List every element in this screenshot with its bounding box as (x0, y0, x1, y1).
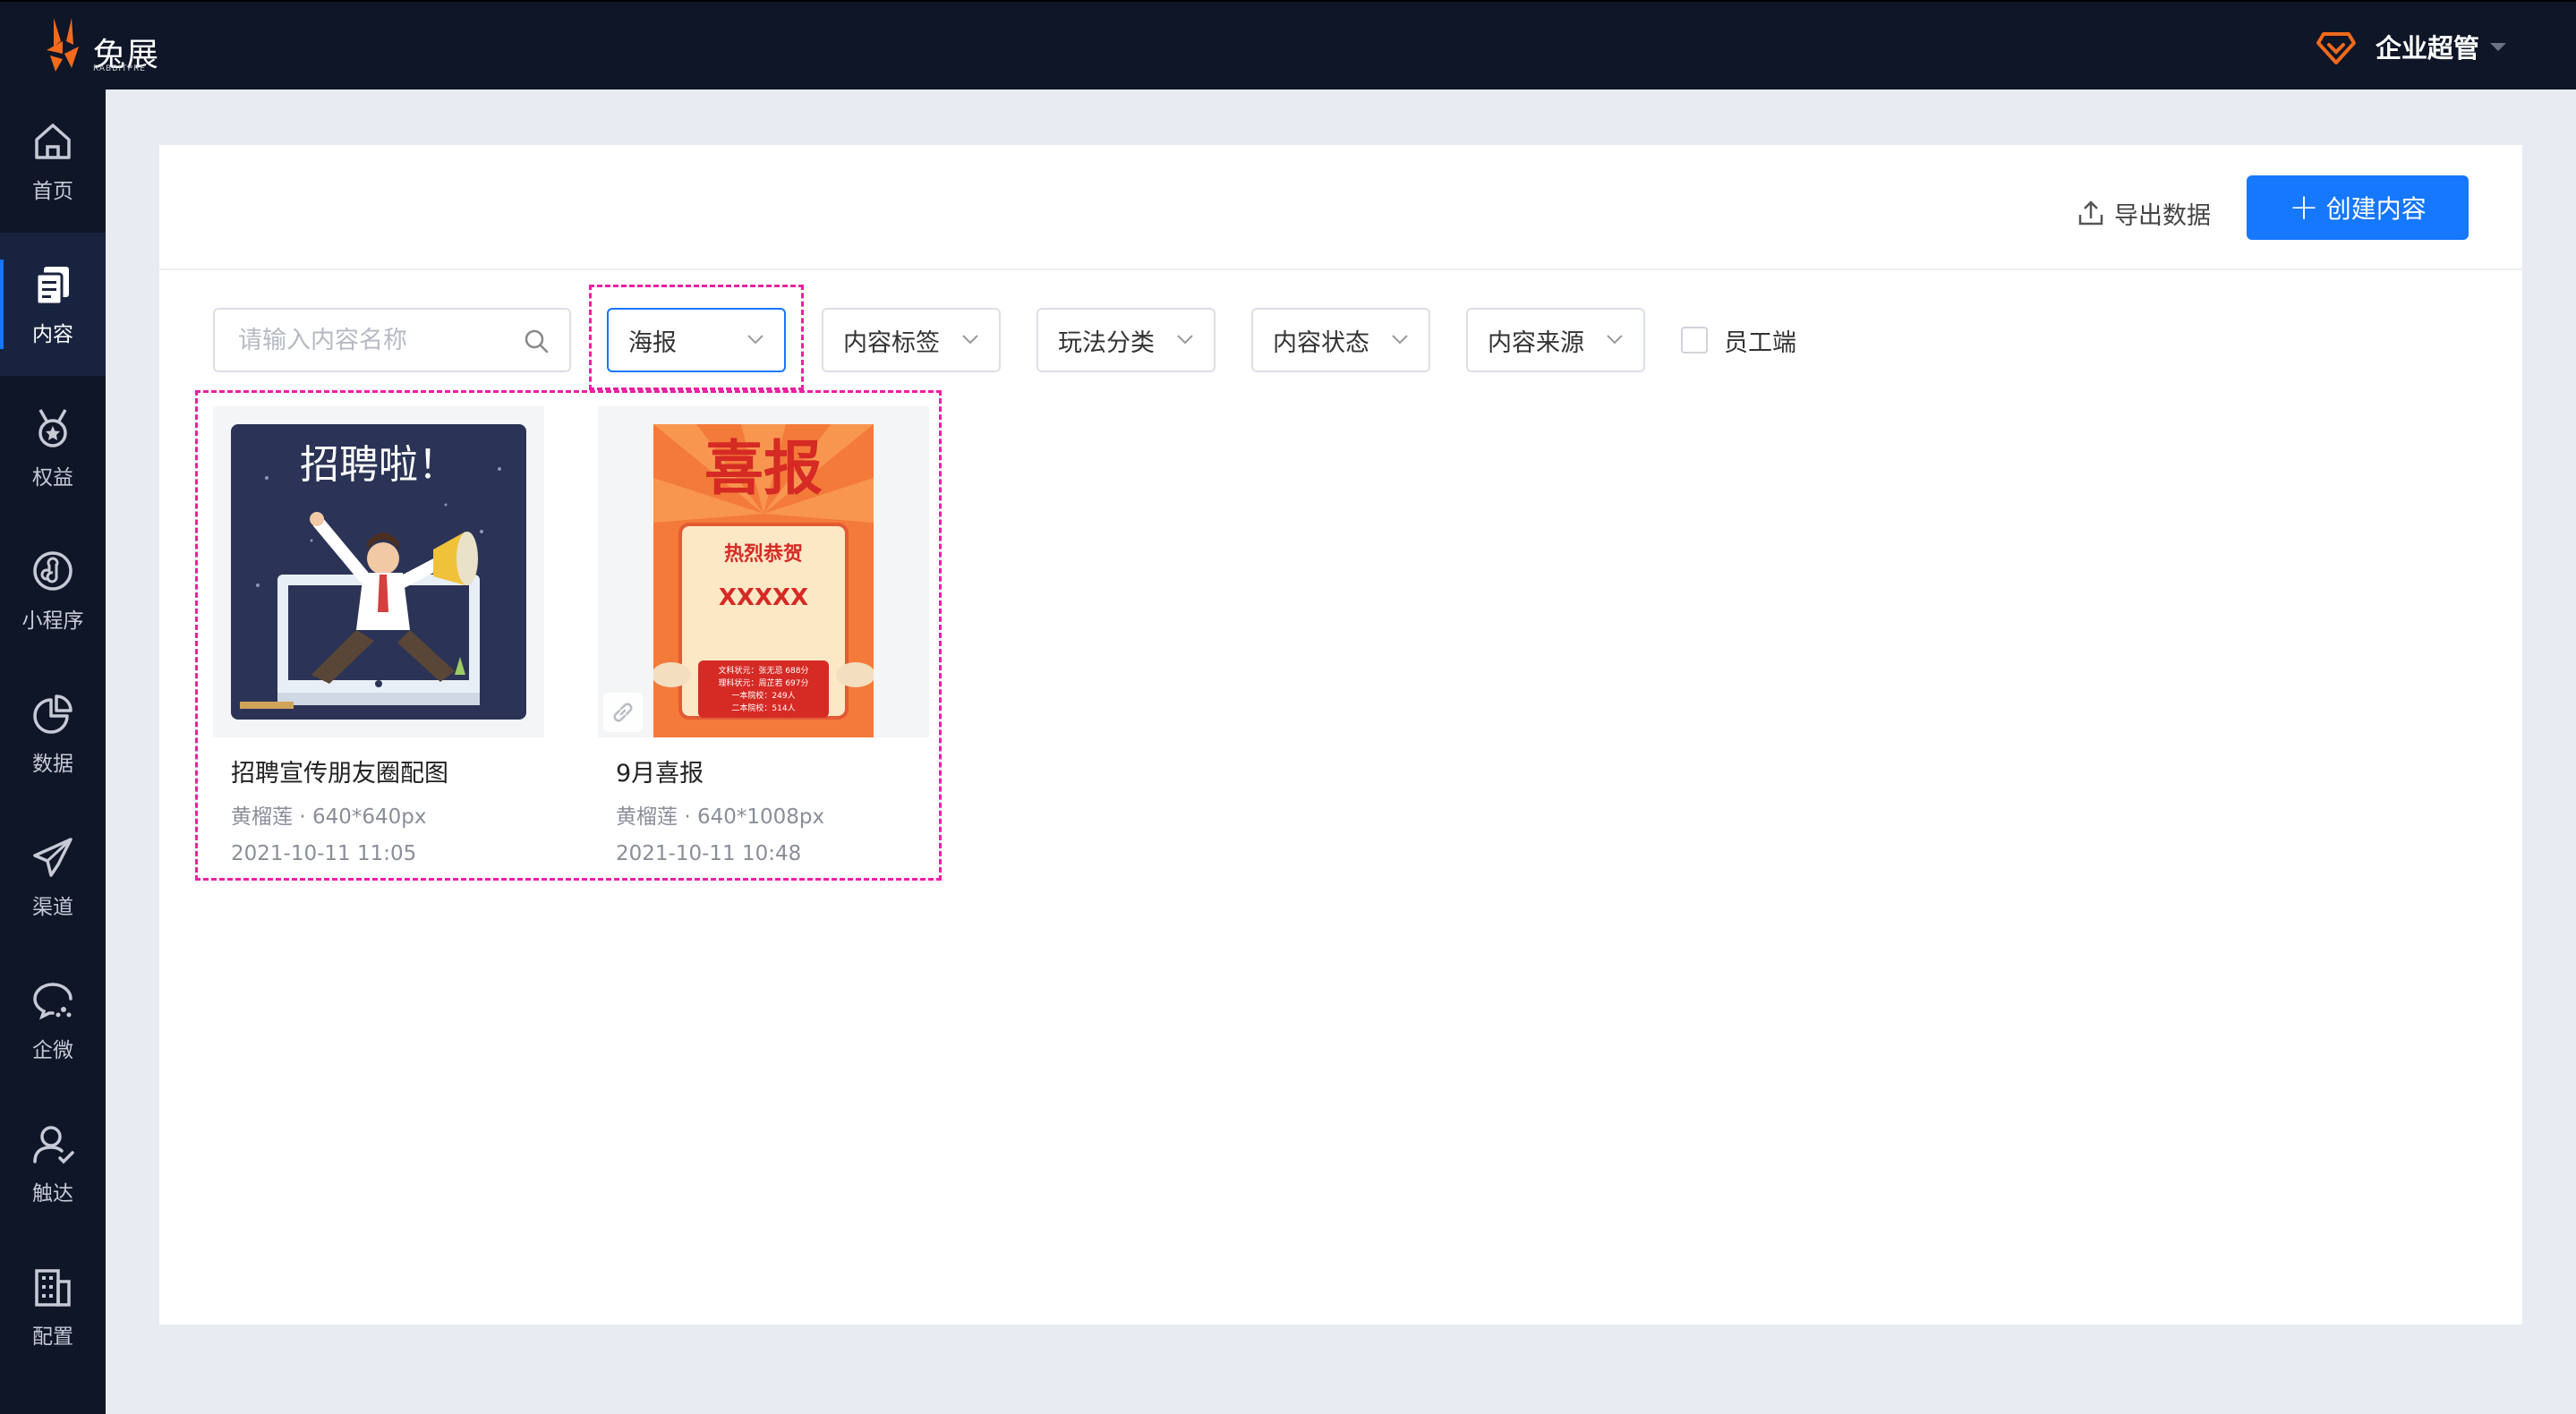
content-status-label: 内容状态 (1273, 328, 1369, 357)
sidebar-item-label: 配置 (32, 1325, 73, 1349)
export-data-label: 导出数据 (2114, 201, 2211, 230)
brand-subtitle: RABBITPRE (93, 64, 146, 73)
content-tag-select[interactable]: 内容标签 (822, 308, 1001, 372)
content-source-select[interactable]: 内容来源 (1466, 308, 1645, 372)
building-icon (30, 1264, 76, 1310)
search-box (213, 308, 571, 372)
paper-plane-icon (30, 834, 76, 881)
rabbit-logo-icon (47, 18, 79, 72)
poster-row: 文科状元：张无忌 688分 (718, 665, 808, 676)
sidebar-item-wecom[interactable]: 企微 (0, 949, 106, 1092)
card-meta: 黄榴莲 · 640*1008px (598, 799, 929, 830)
staff-side-checkbox[interactable] (1681, 327, 1708, 354)
create-content-label: 创建内容 (2325, 194, 2427, 224)
card-author: 黄榴莲 (231, 805, 293, 829)
staff-side-label: 员工端 (1724, 328, 1796, 357)
content-icon (30, 261, 76, 308)
card-date: 2021-10-11 11:05 (231, 842, 417, 865)
sidebar-item-label: 小程序 (21, 609, 84, 633)
sidebar-item-label: 首页 (32, 180, 73, 203)
chevron-down-icon (2490, 42, 2506, 51)
reach-user-icon (30, 1120, 76, 1167)
card-author: 黄榴莲 (616, 805, 678, 829)
poster-row: 一本院校：249人 (731, 690, 795, 701)
poster-row: 理科状元：周芷若 697分 (718, 677, 808, 688)
medal-icon (30, 405, 76, 451)
play-category-label: 玩法分类 (1058, 328, 1155, 357)
card-thumbnail: 招聘啦！ (213, 406, 544, 737)
wecom-icon (30, 977, 76, 1024)
play-category-select[interactable]: 玩法分类 (1036, 308, 1215, 372)
poster-name: XXXXX (719, 584, 808, 611)
user-menu[interactable]: 企业超管 (2315, 23, 2506, 70)
poster-sub: 热烈恭贺 (724, 542, 803, 566)
diamond-icon (2316, 32, 2356, 64)
create-content-button[interactable]: + 创建内容 (2247, 175, 2469, 240)
link-icon (603, 693, 643, 732)
pie-chart-icon (30, 691, 76, 737)
panel-header: 导出数据 + 创建内容 (159, 145, 2522, 270)
plus-icon: + (2289, 187, 2319, 228)
meta-separator: · (299, 805, 312, 829)
sidebar-item-label: 触达 (32, 1182, 73, 1205)
content-tag-label: 内容标签 (843, 328, 940, 357)
sidebar-item-label: 内容 (32, 323, 73, 346)
card-meta: 黄榴莲 · 640*640px (213, 799, 544, 830)
content-card[interactable]: 喜报 热烈恭贺 XXXXX 文科状元：张无忌 688分 理科状元：周芷若 697… (598, 406, 929, 865)
sidebar-item-home[interactable]: 首页 (0, 89, 106, 233)
chevron-down-icon (962, 335, 978, 345)
sidebar-item-config[interactable]: 配置 (0, 1235, 106, 1378)
sidebar-item-content[interactable]: 内容 (0, 233, 106, 376)
card-size: 640*1008px (696, 805, 825, 829)
recruitment-poster-image: 招聘啦！ (231, 424, 526, 720)
search-icon[interactable] (523, 328, 550, 354)
meta-separator: · (684, 805, 697, 829)
sidebar: 首页 内容 权益 小程序 数据 渠道 企微 触达 配置 (0, 89, 106, 1414)
card-thumbnail: 喜报 热烈恭贺 XXXXX 文科状元：张无忌 688分 理科状元：周芷若 697… (598, 406, 929, 737)
sidebar-item-label: 权益 (32, 466, 73, 490)
sidebar-item-label: 数据 (32, 753, 73, 776)
sidebar-item-mini-program[interactable]: 小程序 (0, 519, 106, 662)
mini-program-icon (30, 548, 76, 594)
sidebar-item-data[interactable]: 数据 (0, 662, 106, 805)
chevron-down-icon (1177, 335, 1193, 345)
upload-icon (2078, 200, 2103, 226)
content-source-label: 内容来源 (1488, 328, 1584, 357)
content-status-select[interactable]: 内容状态 (1251, 308, 1430, 372)
poster-heading: 喜报 (704, 434, 823, 503)
sidebar-item-reach[interactable]: 触达 (0, 1092, 106, 1235)
poster-row: 二本院校：514人 (731, 703, 795, 713)
chevron-down-icon (1607, 335, 1623, 345)
content-card[interactable]: 招聘啦！ 招聘宣传朋友圈配图 黄榴莲 · 640*640px 2021-10-1… (213, 406, 544, 865)
brand-logo[interactable]: 兔展 RABBITPRE (41, 14, 166, 79)
type-filter-highlight (589, 285, 804, 390)
export-data-button[interactable]: 导出数据 (2077, 181, 2211, 245)
home-icon (30, 118, 76, 165)
staff-side-filter[interactable]: 员工端 (1681, 308, 1796, 372)
sidebar-item-rights[interactable]: 权益 (0, 376, 106, 519)
sidebar-item-channel[interactable]: 渠道 (0, 805, 106, 949)
sidebar-item-label: 渠道 (32, 896, 73, 919)
user-role: 企业超管 (2375, 33, 2479, 64)
top-bar: 兔展 RABBITPRE 企业超管 (0, 0, 2576, 89)
poster-headline: 招聘啦！ (300, 442, 457, 488)
card-title: 招聘宣传朋友圈配图 (231, 760, 448, 788)
card-size: 640*640px (311, 805, 427, 829)
search-input[interactable] (215, 310, 519, 371)
chevron-down-icon (1392, 335, 1408, 345)
card-date: 2021-10-11 10:48 (616, 842, 802, 865)
card-title: 9月喜报 (616, 760, 704, 788)
sidebar-item-label: 企微 (32, 1039, 73, 1062)
good-news-poster-image: 喜报 热烈恭贺 XXXXX 文科状元：张无忌 688分 理科状元：周芷若 697… (598, 424, 929, 737)
